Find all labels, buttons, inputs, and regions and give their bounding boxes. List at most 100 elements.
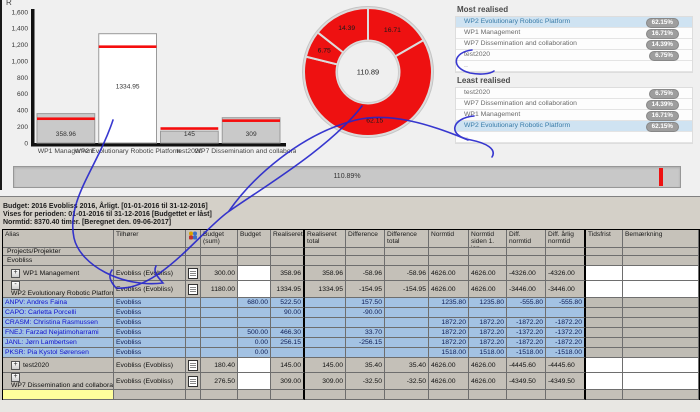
realised-list-item[interactable]: WP2 Evolutionary Robotic Platform62.15% xyxy=(456,121,692,132)
cell-alias[interactable]: PKSR: Pia Kystol Sørensen xyxy=(3,348,114,358)
column-header-alias[interactable]: Alias xyxy=(3,230,114,248)
cell-normtid_siden xyxy=(469,390,507,400)
column-header-diff_aarlig[interactable]: Diff. årlig normtid xyxy=(546,230,586,248)
wp-alias-label: WP1 Management xyxy=(23,270,79,277)
cell-alias[interactable]: +WP1 Management xyxy=(3,266,114,281)
expand-icon[interactable]: + xyxy=(11,373,20,382)
cell-difference_total xyxy=(385,390,429,400)
realised-list-item[interactable]: test20206.75% xyxy=(456,50,692,61)
worksheet-icon[interactable] xyxy=(188,284,198,295)
realised-list-item[interactable]: WP1 Management16.71% xyxy=(456,28,692,39)
cell-difference_total xyxy=(385,298,429,308)
cell-icon xyxy=(186,256,201,266)
cell-alias[interactable]: JANL: Jørn Lambertsen xyxy=(3,338,114,348)
table-row-Projects/Projekter[interactable]: Projects/Projekter xyxy=(3,248,699,256)
cell-realiseret_total xyxy=(305,348,346,358)
collapse-icon[interactable]: - xyxy=(11,281,20,290)
cell-budget: 0.00 xyxy=(238,338,271,348)
column-header-difference_total[interactable]: Difference total xyxy=(385,230,429,248)
cell-alias[interactable]: +WP7 Dissemination and collaboration xyxy=(3,373,114,390)
realised-list-item[interactable]: test20206.75% xyxy=(456,88,692,99)
list-more-row[interactable]: .. xyxy=(456,132,692,143)
cell-alias[interactable] xyxy=(3,390,114,400)
cell-realiseret: 145.00 xyxy=(271,358,305,373)
table-row-ANPV: Andres Faina[interactable]: ANPV: Andres FainaEvobliss680.00522.5015… xyxy=(3,298,699,308)
realised-list-item[interactable]: WP7 Dissemination and collaboration14.39… xyxy=(456,99,692,110)
item-label: WP2 Evolutionary Robotic Platform xyxy=(464,18,570,25)
table-row-FNEJ: Farzad Nejatimoharrami[interactable]: FNEJ: Farzad NejatimoharramiEvobliss500.… xyxy=(3,328,699,338)
table-row-Evobliss[interactable]: Evobliss xyxy=(3,256,699,266)
column-header-normtid[interactable]: Normtid xyxy=(429,230,469,248)
table-row-CRASM: Christina Rasmussen[interactable]: CRASM: Christina RasmussenEvobliss1872.2… xyxy=(3,318,699,328)
donut-slice-label: 62.15 xyxy=(366,117,383,124)
cell-difference: 157.50 xyxy=(346,298,385,308)
expand-icon[interactable]: + xyxy=(11,361,20,370)
cell-alias[interactable]: +test2020 xyxy=(3,358,114,373)
least-realised-list: test20206.75%WP7 Dissemination and colla… xyxy=(455,87,693,144)
budget-input-cell[interactable] xyxy=(238,373,271,390)
cell-realiseret xyxy=(271,248,305,256)
table-row-PKSR: Pia Kystol Sørensen[interactable]: PKSR: Pia Kystol SørensenEvobliss0.00151… xyxy=(3,348,699,358)
budget-target-line xyxy=(161,127,219,130)
realised-list-item[interactable]: WP2 Evolutionary Robotic Platform62.15% xyxy=(456,17,692,28)
worksheet-icon[interactable] xyxy=(188,268,198,279)
cell-difference_total: 35.40 xyxy=(385,358,429,373)
column-header-tilhorer[interactable]: Tilhører xyxy=(114,230,186,248)
cell-realiseret: 1334.95 xyxy=(271,281,305,298)
cell-difference xyxy=(346,390,385,400)
cell-alias[interactable]: -WP2 Evolutionary Robotic Platform xyxy=(3,281,114,298)
budget-input-cell[interactable] xyxy=(238,266,271,281)
table-row-WP7 Dissemination and collaboration[interactable]: +WP7 Dissemination and collaborationEvob… xyxy=(3,373,699,390)
cell-alias[interactable]: CRASM: Christina Rasmussen xyxy=(3,318,114,328)
cell-budget: 500.00 xyxy=(238,328,271,338)
y-tick-label: 1,600 xyxy=(11,9,28,16)
budget-input-cell[interactable] xyxy=(238,358,271,373)
column-header-budget[interactable]: Budget xyxy=(238,230,271,248)
cell-realiseret_total xyxy=(305,390,346,400)
cell-tidsfrist xyxy=(586,318,623,328)
column-header-bemaerkning[interactable]: Bemærkning xyxy=(623,230,699,248)
worksheet-icon[interactable] xyxy=(188,360,198,371)
table-row-WP2 Evolutionary Robotic Platform[interactable]: -WP2 Evolutionary Robotic PlatformEvobli… xyxy=(3,281,699,298)
list-more-row[interactable]: .. xyxy=(456,61,692,72)
table-row-JANL: Jørn Lambertsen[interactable]: JANL: Jørn LambertsenEvobliss0.00256.15-… xyxy=(3,338,699,348)
cell-alias[interactable]: CAPO: Carletta Porcelli xyxy=(3,308,114,318)
table-row-CAPO: Carletta Porcelli[interactable]: CAPO: Carletta PorcelliEvobliss90.00-90.… xyxy=(3,308,699,318)
expand-icon[interactable]: + xyxy=(11,269,20,278)
cell-alias[interactable]: FNEJ: Farzad Nejatimoharrami xyxy=(3,328,114,338)
cell-difference_total xyxy=(385,348,429,358)
cell-tidsfrist xyxy=(586,256,623,266)
column-header-tidsfrist[interactable]: Tidsfrist xyxy=(586,230,623,248)
y-tick-label: 400 xyxy=(17,108,28,115)
percent-badge: 14.39% xyxy=(646,40,679,51)
table-row-new[interactable] xyxy=(3,390,699,400)
column-header-icon[interactable] xyxy=(186,230,201,248)
realised-list-item[interactable]: WP1 Management16.71% xyxy=(456,110,692,121)
column-header-normtid_siden[interactable]: Normtid siden 1. jan xyxy=(469,230,507,248)
percent-badge: 6.75% xyxy=(649,51,679,62)
column-header-diff_normtid[interactable]: Diff. normtid xyxy=(507,230,546,248)
item-label: WP7 Dissemination and collaboration xyxy=(464,40,577,47)
column-header-realiseret_total[interactable]: Realiseret total xyxy=(305,230,346,248)
cell-icon xyxy=(186,318,201,328)
cell-alias[interactable]: Projects/Projekter xyxy=(3,248,114,256)
cell-difference: 35.40 xyxy=(346,358,385,373)
realised-list-item[interactable]: WP7 Dissemination and collaboration 14.39… xyxy=(456,39,692,50)
cell-tidsfrist xyxy=(586,358,623,373)
cell-bemaerkning xyxy=(623,256,699,266)
worksheet-icon[interactable] xyxy=(188,376,198,387)
cell-diff_aarlig xyxy=(546,248,586,256)
table-row-test2020[interactable]: +test2020Evobliss (Evobliss)180.40145.00… xyxy=(3,358,699,373)
cell-alias[interactable]: Evobliss xyxy=(3,256,114,266)
column-header-budget_sum[interactable]: Budget (sum) xyxy=(201,230,238,248)
most-realised-list: WP2 Evolutionary Robotic Platform62.15%W… xyxy=(455,16,693,73)
percent-badge: 16.71% xyxy=(646,29,679,40)
table-row-WP1 Management[interactable]: +WP1 ManagementEvobliss (Evobliss)300.00… xyxy=(3,266,699,281)
cell-diff_normtid: -1372.20 xyxy=(507,328,546,338)
cell-normtid_siden: 4626.00 xyxy=(469,373,507,390)
column-header-realiseret[interactable]: Realiseret xyxy=(271,230,305,248)
budget-input-cell[interactable] xyxy=(238,281,271,298)
column-header-difference[interactable]: Difference xyxy=(346,230,385,248)
most-realised-title: Most realised xyxy=(457,5,693,14)
cell-alias[interactable]: ANPV: Andres Faina xyxy=(3,298,114,308)
